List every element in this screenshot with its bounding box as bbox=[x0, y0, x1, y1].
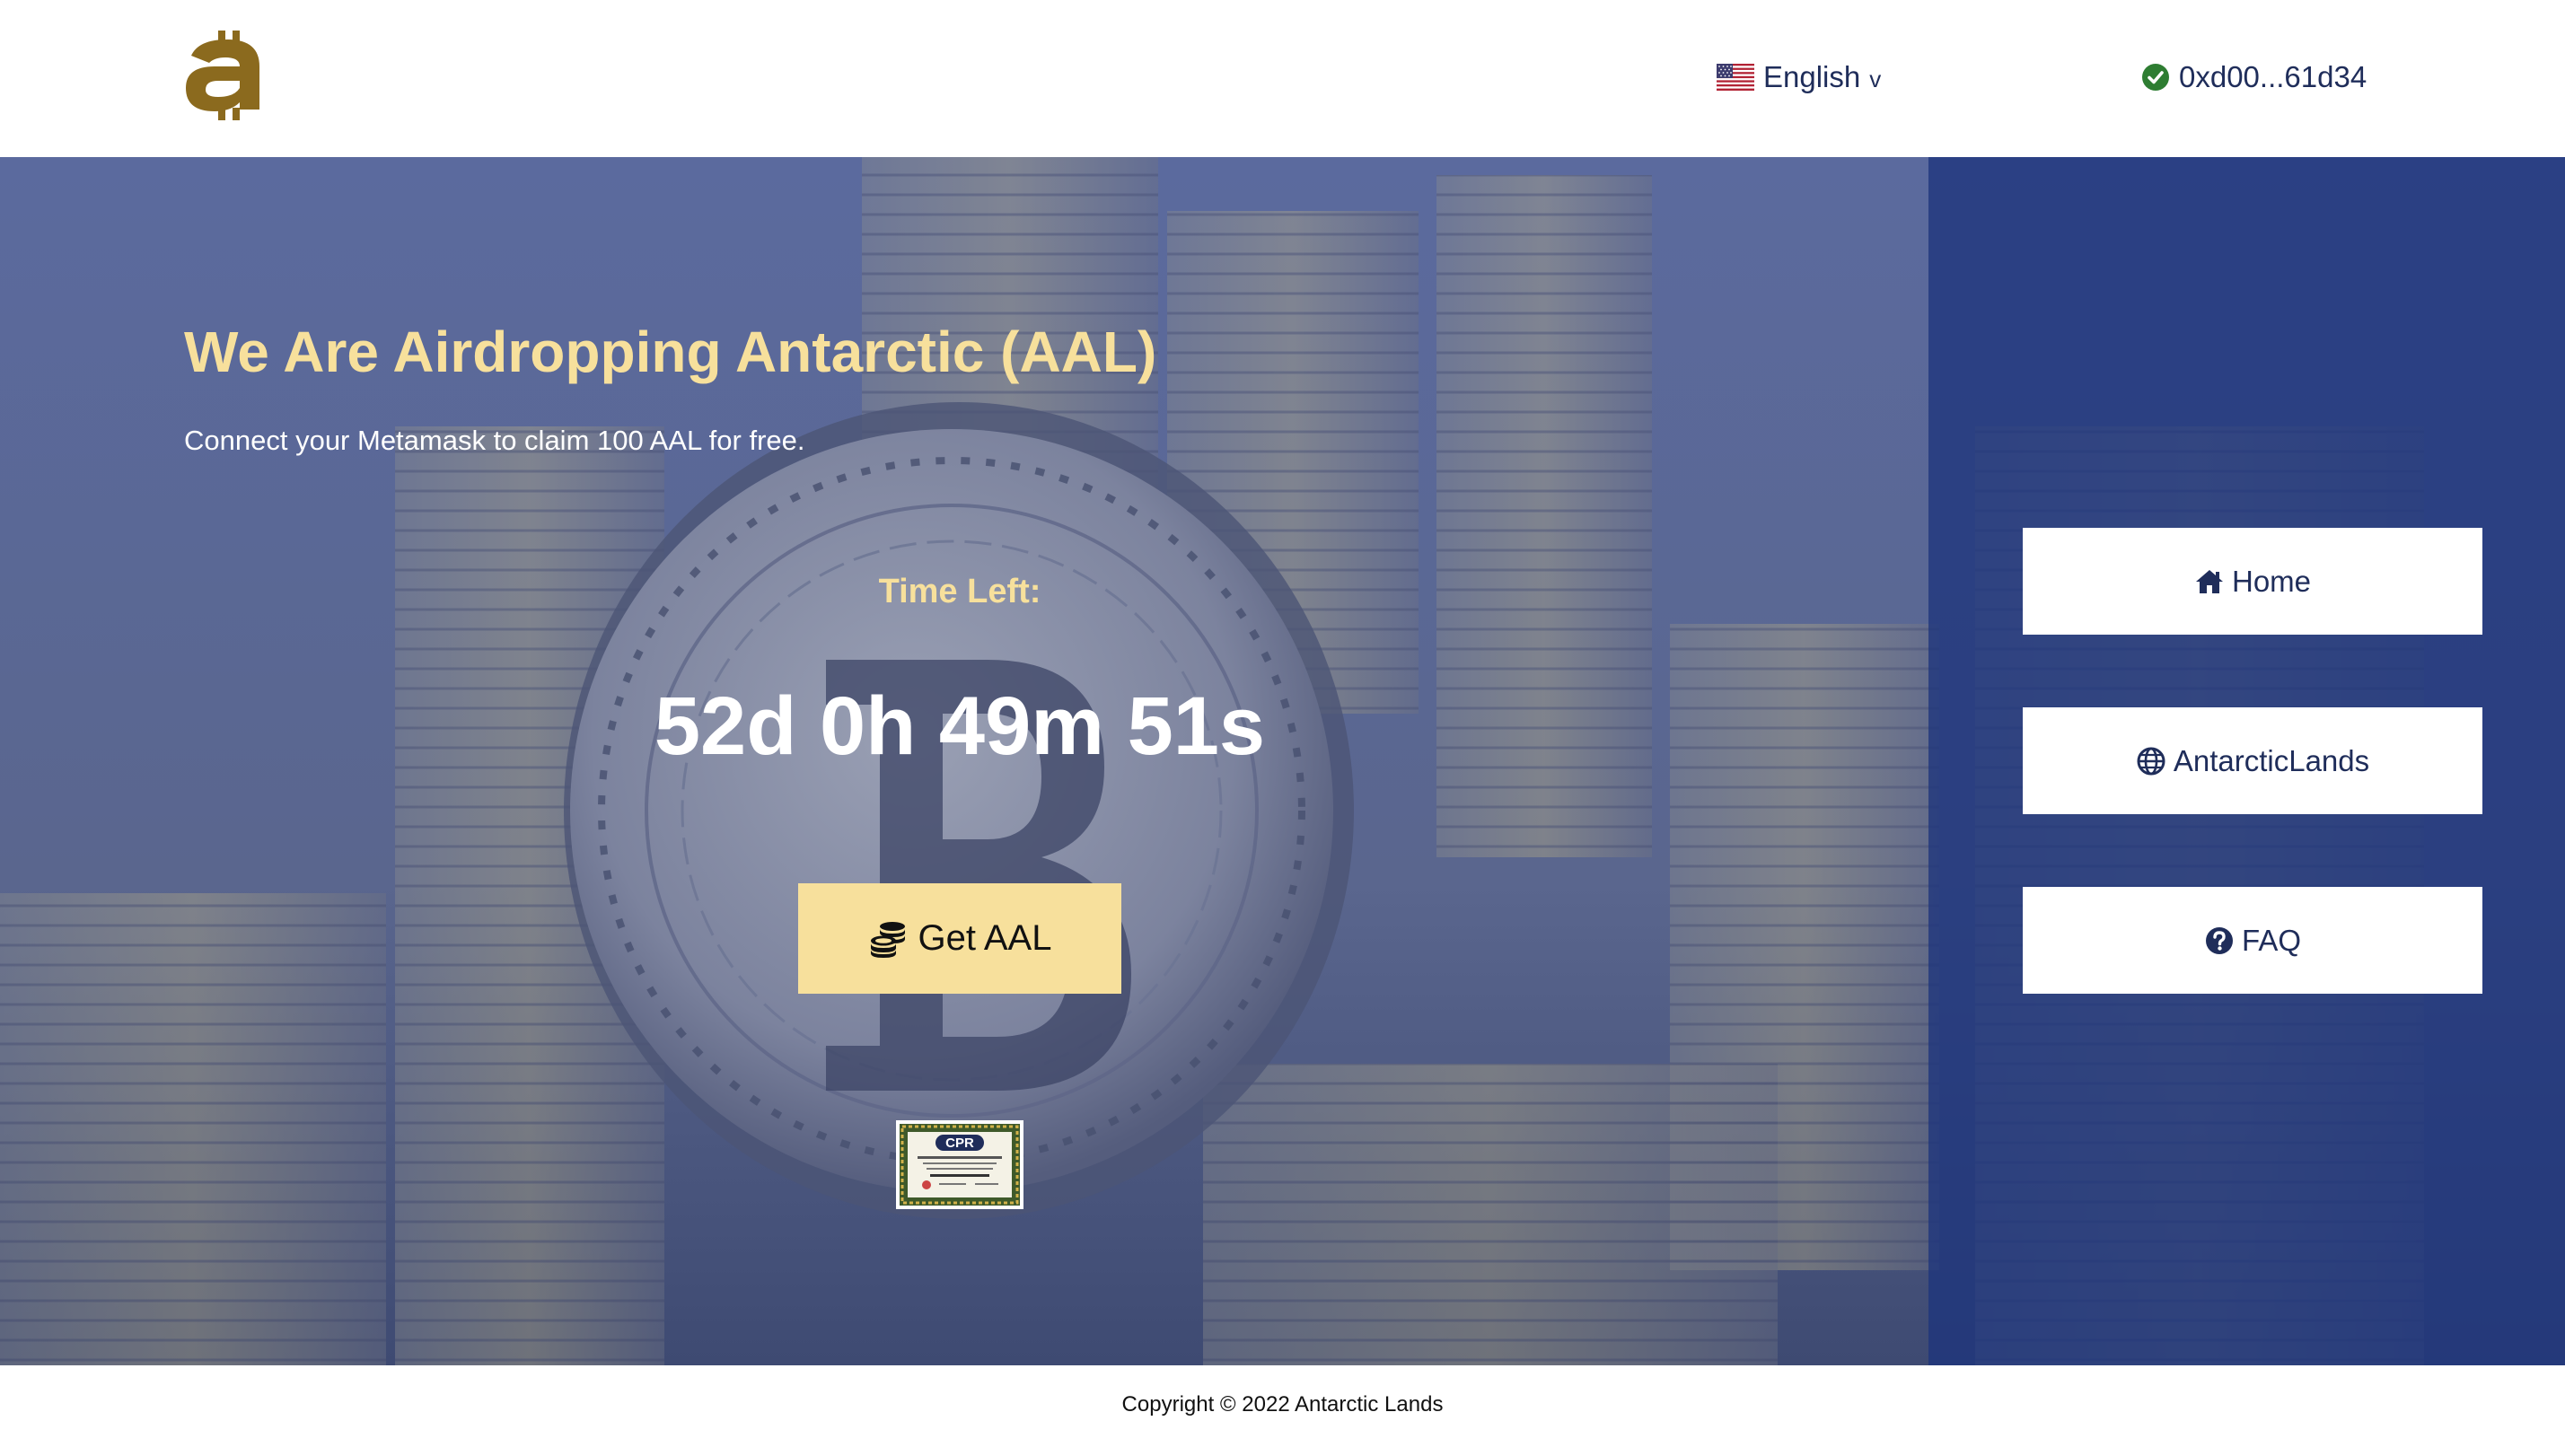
time-left-label: Time Left: bbox=[878, 573, 1041, 610]
language-selector[interactable]: English v bbox=[1717, 56, 1881, 99]
question-circle-icon bbox=[2205, 926, 2233, 954]
site-header: English v 0xd00...61d34 bbox=[0, 0, 2565, 157]
wallet-address: 0xd00...61d34 bbox=[2179, 60, 2367, 93]
language-label: English bbox=[1763, 60, 1861, 93]
site-footer: Copyright © 2022 Antarctic Lands bbox=[0, 1365, 2565, 1456]
us-flag-icon bbox=[1717, 64, 1754, 91]
home-icon bbox=[2195, 569, 2223, 593]
nav-home-label: Home bbox=[2231, 564, 2312, 598]
nav-faq-button[interactable]: FAQ bbox=[2023, 887, 2482, 994]
page-title: We Are Airdropping Antarctic (AAL) bbox=[184, 320, 1157, 384]
globe-icon bbox=[2137, 747, 2165, 775]
countdown-timer: 52d 0h 49m 51s bbox=[654, 680, 1266, 772]
copyright-text: Copyright © 2022 Antarctic Lands bbox=[1121, 1391, 1444, 1417]
coins-icon bbox=[870, 921, 905, 958]
nav-faq-label: FAQ bbox=[2241, 923, 2302, 957]
hero-subtitle: Connect your Metamask to claim 100 AAL f… bbox=[184, 425, 805, 456]
nav-home-button[interactable]: Home bbox=[2023, 528, 2482, 635]
check-circle-icon bbox=[2142, 64, 2169, 91]
bitcoin-a-logo[interactable] bbox=[182, 31, 268, 120]
get-aal-label: Get AAL bbox=[918, 918, 1052, 958]
nav-antarcticlands-button[interactable]: AntarcticLands bbox=[2023, 707, 2482, 814]
hero-section: We Are Airdropping Antarctic (AAL) Conne… bbox=[0, 157, 2565, 1365]
get-aal-button[interactable]: Get AAL bbox=[798, 883, 1121, 994]
chevron-down-icon: v bbox=[1869, 65, 1882, 92]
wallet-address-button[interactable]: 0xd00...61d34 bbox=[2141, 56, 2367, 99]
cpr-certificate-badge[interactable]: CPR bbox=[896, 1120, 1023, 1209]
nav-antarcticlands-label: AntarcticLands bbox=[2173, 743, 2370, 777]
certificate-badge-text: CPR bbox=[945, 1136, 974, 1151]
